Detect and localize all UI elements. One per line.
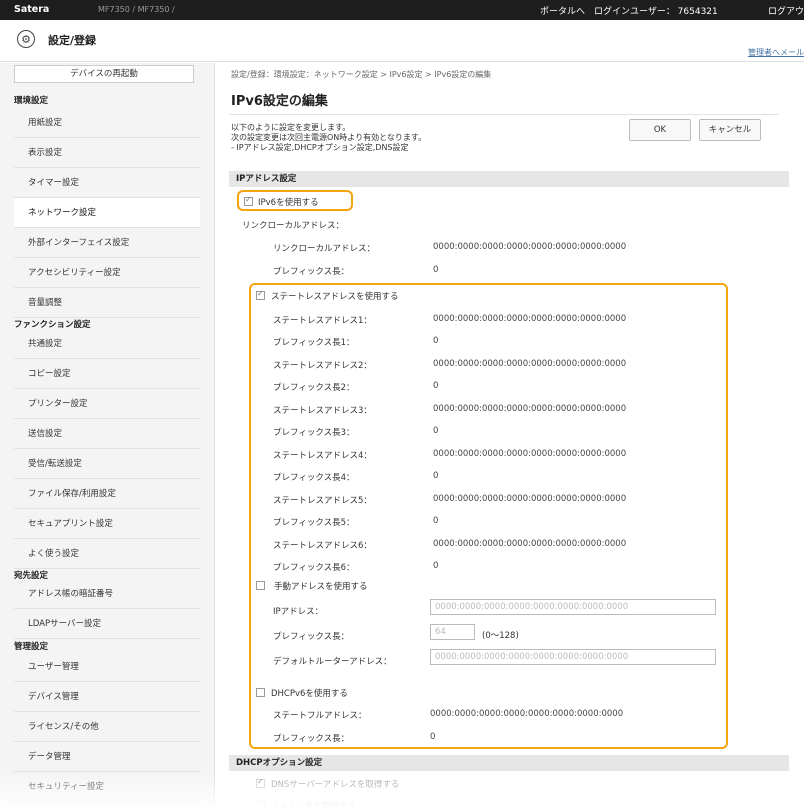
sidebar-item-volume[interactable]: 音量調整 [14,288,200,318]
ip-address-section-header: IPアドレス設定 [229,171,789,187]
stateless-address-value: 0000:0000:0000:0000:0000:0000:0000:0000 [433,404,627,414]
stateless-prefix-value: 0 [433,561,439,571]
link-local-address-label: リンクローカルアドレス： [273,244,376,254]
use-manual-checkbox[interactable] [256,581,265,590]
sidebar-item-common[interactable]: 共通設定 [14,329,200,359]
stateless-prefix-value: 0 [433,516,439,526]
stateless-prefix-label: プレフィックス長3： [273,428,355,438]
dns-option-label: DNSサーバーアドレスを取得する [271,780,400,790]
stateless-prefix-label: プレフィックス長2： [273,383,355,393]
title-divider [229,114,779,115]
stateless-address-label: ステートレスアドレス5： [273,496,372,506]
stateless-prefix-label: プレフィックス長1： [273,338,355,348]
stateless-address-value: 0000:0000:0000:0000:0000:0000:0000:0000 [433,494,627,504]
stateless-prefix-value: 0 [433,336,439,346]
stateless-address-label: ステートレスアドレス1： [273,316,372,326]
default-router-label: デフォルトルーターアドレス： [273,657,392,667]
sidebar-item-license[interactable]: ライセンス/その他 [14,712,200,742]
breadcrumb: 設定/登録：環境設定：ネットワーク設定 > IPv6設定 > IPv6設定の編集 [231,70,492,79]
default-router-input[interactable]: 0000:0000:0000:0000:0000:0000:0000:0000 [430,649,716,665]
stateless-address-label: ステートレスアドレス4： [273,451,372,461]
sidebar-item-receive-forward[interactable]: 受信/転送設定 [14,449,200,479]
description-line: 次の設定変更は次回主電源ON時より有効となります。 [231,133,427,142]
page-header-title: 設定/登録 [48,34,97,47]
prefix-length-label: プレフィックス長： [273,632,350,642]
sidebar-item-device-management[interactable]: デバイス管理 [14,682,200,712]
link-local-prefix-value: 0 [433,265,439,275]
portal-link[interactable]: ポータルへ [540,4,585,17]
link-local-group-label: リンクローカルアドレス： [242,221,345,231]
stateful-address-value: 0000:0000:0000:0000:0000:0000:0000:0000 [430,709,624,719]
stateless-prefix-value: 0 [433,471,439,481]
restart-device-button[interactable]: デバイスの再起動 [14,65,194,83]
sidebar-item-ldap[interactable]: LDAPサーバー設定 [14,609,200,639]
use-manual-label: 手動アドレスを使用する [274,582,368,592]
main-content: 設定/登録：環境設定：ネットワーク設定 > IPv6設定 > IPv6設定の編集… [216,63,804,811]
stateless-address-label: ステートレスアドレス3： [273,406,372,416]
prefix-length-input[interactable]: 64 [430,624,475,640]
login-user: ログインユーザー： 7654321 [594,7,718,17]
dns-option-checkbox[interactable] [256,777,265,788]
ok-button[interactable]: OK [629,119,691,141]
sidebar-item-external-interface[interactable]: 外部インターフェイス設定 [14,228,200,258]
stateless-prefix-label: プレフィックス長4： [273,473,355,483]
stateless-address-label: ステートレスアドレス2： [273,361,372,371]
device-name: MF7350 / MF7350 / [98,5,175,14]
top-bar: Satera MF7350 / MF7350 / ポータルへ ログインユーザー：… [0,0,804,30]
sidebar-item-timer[interactable]: タイマー設定 [14,168,200,198]
mail-admin-link[interactable]: 管理者へメール [748,47,804,58]
use-ipv6-label: IPv6を使用する [258,198,319,208]
use-dhcpv6-label: DHCPv6を使用する [271,689,348,699]
description-line: 以下のように設定を変更します。 [231,123,351,132]
stateless-prefix-label: プレフィックス長5： [273,518,355,528]
prefix-range-hint: (0〜128) [482,631,519,641]
use-stateless-checkbox[interactable] [256,289,265,300]
domain-option-checkbox[interactable] [256,799,265,810]
link-local-prefix-label: プレフィックス長： [273,267,350,277]
page-title: IPv6設定の編集 [231,94,328,109]
sidebar-item-copy[interactable]: コピー設定 [14,359,200,389]
sidebar: デバイスの再起動 環境設定 用紙設定 表示設定 タイマー設定 ネットワーク設定 … [0,63,215,811]
stateless-address-value: 0000:0000:0000:0000:0000:0000:0000:0000 [433,314,627,324]
sidebar-item-paper[interactable]: 用紙設定 [14,108,200,138]
use-dhcpv6-checkbox[interactable] [256,688,265,697]
stateless-prefix-value: 0 [433,426,439,436]
sidebar-item-send[interactable]: 送信設定 [14,419,200,449]
stateless-address-value: 0000:0000:0000:0000:0000:0000:0000:0000 [433,359,627,369]
settings-gear-icon: ⚙ [17,30,35,48]
stateless-address-label: ステートレスアドレス6： [273,541,372,551]
stateless-address-value: 0000:0000:0000:0000:0000:0000:0000:0000 [433,449,627,459]
use-ipv6-checkbox[interactable] [244,195,253,206]
description-line: - IPアドレス設定,DHCPオプション設定,DNS設定 [231,143,409,152]
stateful-prefix-label: プレフィックス長： [273,734,350,744]
app-logo: Satera [14,4,50,15]
stateless-prefix-value: 0 [433,381,439,391]
sidebar-item-user-management[interactable]: ユーザー管理 [14,652,200,682]
sidebar-item-addressbook-pin[interactable]: アドレス帳の暗証番号 [14,579,200,609]
sidebar-item-data-management[interactable]: データ管理 [14,742,200,772]
dhcp-option-section-header: DHCPオプション設定 [229,755,789,771]
stateless-address-value: 0000:0000:0000:0000:0000:0000:0000:0000 [433,539,627,549]
sidebar-item-security[interactable]: セキュリティー設定 [14,772,200,802]
use-stateless-label: ステートレスアドレスを使用する [271,292,399,302]
sidebar-item-display[interactable]: 表示設定 [14,138,200,168]
ip-address-input[interactable]: 0000:0000:0000:0000:0000:0000:0000:0000 [430,599,716,615]
sidebar-group-environment: 環境設定 [14,96,49,106]
ip-address-label: IPアドレス： [273,607,324,617]
title-bar: ⚙ 設定/登録 管理者へメール [0,20,804,62]
sidebar-item-favorites[interactable]: よく使う設定 [14,539,200,569]
stateful-prefix-value: 0 [430,732,436,742]
sidebar-item-accessibility[interactable]: アクセシビリティー設定 [14,258,200,288]
link-local-address-value: 0000:0000:0000:0000:0000:0000:0000:0000 [433,242,627,252]
sidebar-item-file-storage[interactable]: ファイル保存/利用設定 [14,479,200,509]
sidebar-item-secure-print[interactable]: セキュアプリント設定 [14,509,200,539]
stateful-address-label: ステートフルアドレス： [273,711,367,721]
cancel-button[interactable]: キャンセル [699,119,761,141]
domain-option-label: ドメイン名を取得する [271,802,357,811]
description: 以下のように設定を変更します。 次の設定変更は次回主電源ON時より有効となります… [231,123,426,153]
sidebar-item-printer[interactable]: プリンター設定 [14,389,200,419]
stateless-prefix-label: プレフィックス長6： [273,563,355,573]
sidebar-group-management: 管理設定 [14,642,49,652]
sidebar-item-network[interactable]: ネットワーク設定 [14,198,200,228]
